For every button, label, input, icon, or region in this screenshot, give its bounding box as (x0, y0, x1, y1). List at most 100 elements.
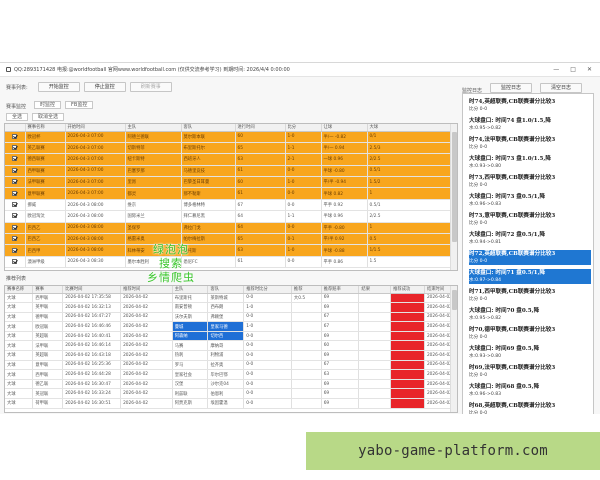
rcol-rec-score[interactable]: 推荐时比分 (243, 286, 292, 294)
col-score[interactable]: 比分 (285, 124, 322, 132)
recommend-row[interactable]: 大球 英超联 2026-04-02 16:40:41 2026-04-02 阿森纳 切尔西… (5, 331, 457, 342)
checkbox[interactable] (12, 145, 18, 151)
log-entry[interactable]: 大球盘口: 时间68 盘0.5,降 水:0.96->0.83 (469, 383, 591, 398)
checkbox[interactable] (12, 133, 18, 139)
recommend-row[interactable]: 大球 德甲联 2026-04-02 16:47:27 2026-04-02 沃尔夫斯 弗赖… (5, 312, 457, 323)
log-entry[interactable]: 大球盘口: 时间71 盘0.5/1,降 水:0.97->0.84 (469, 269, 591, 284)
match-row[interactable]: 欧冠杯 2026-04-3 07:00 阿德兰德联 莫尔斯本联 60 1-0 半/一 -0.… (5, 131, 452, 143)
rcol-away[interactable]: 客队 (207, 286, 245, 294)
monitor-log-panel[interactable]: 时74,英超联赛,CB联赛谱分比较3 比分 0-0 大球盘口: 时间74 盘1.0/… (462, 93, 594, 414)
log-entry-title: 大球盘口: 时间74 盘1.0/1.5,降 (469, 118, 551, 124)
start-monitor-button[interactable]: 开始监控 (37, 82, 80, 92)
match-cell: 德西联赛 (25, 153, 66, 166)
deselect-all-button[interactable]: 取消全选 (32, 113, 65, 121)
rcol-rec[interactable]: 推荐 (291, 286, 322, 294)
match-table-scrollbar[interactable] (450, 124, 457, 270)
recommend-row[interactable]: 大球 英超联 2026-04-02 16:43:18 2026-04-02 热刺 利物浦 0… (5, 350, 457, 361)
match-row[interactable]: 英乙联赛 2026-04-3 07:00 切斯特菲 布里斯托尔 65 1-1 半/一 0.9… (5, 142, 452, 155)
match-row[interactable]: 意甲联赛 2026-04-3 07:00 都灵 那不勒斯 61 0-0 半球 0.82 1 (5, 187, 452, 200)
log-entry[interactable]: 大球盘口: 时间73 盘1.0/1.5,降 水:0.93->0.80 (469, 155, 591, 170)
checkbox[interactable] (12, 258, 18, 264)
match-cell: 圣保罗 (125, 222, 182, 235)
col-over[interactable]: 大球 (367, 124, 452, 132)
match-row[interactable]: 巴西乙 2026-04-3 08:00 格雷米奥 帕尔梅拉斯 65 0-1 平/半 0.92… (5, 233, 452, 246)
match-row[interactable]: 欧冠淘汰 2026-04-3 08:00 国际米兰 拜仁慕尼黑 64 1-1 半球 0.96… (5, 210, 452, 223)
stop-monitor-button[interactable]: 停止监控 (83, 82, 126, 92)
log-entry[interactable]: 时71,西甲联赛,CB联赛谱分比较3 比分 0-0 (469, 288, 591, 303)
match-row[interactable]: 巴西乙 2026-04-3 08:00 圣保罗 弗拉门戈 64 0-0 平手 -0.80 1 (5, 222, 452, 235)
rcol-result[interactable]: 结果 (358, 286, 392, 294)
match-row[interactable]: 澳洲甲级 2026-04-3 08:30 墨尔本胜利 悉尼FC 61 0-0 平手 0.86… (5, 256, 452, 269)
checkbox[interactable] (12, 190, 18, 196)
match-row[interactable]: 德西联赛 2026-04-3 07:00 纽卡斯特 西班牙人 63 2-1 一球 0.96 2… (5, 153, 452, 166)
col-start-time[interactable]: 开始时间 (65, 124, 126, 132)
recommend-row[interactable]: 大球 荷甲联 2026-04-02 16:30:51 2026-04-02 阿贾克斯 埃因… (5, 398, 457, 409)
log-entry[interactable]: 时72,英超联赛,CB联赛谱分比较3 比分 0-0 (469, 250, 591, 265)
option-time-monitor[interactable]: 时监控 (34, 101, 62, 109)
recommend-row[interactable]: 大球 英甲联 2026-04-02 16:32:13 2026-04-02 南安普顿 西布… (5, 302, 457, 313)
recommend-row[interactable]: 大球 欧冠联 2026-04-02 16:46:46 2026-04-02 曼城 皇家马德… (5, 321, 457, 332)
match-row[interactable]: 法甲联赛 2026-04-3 07:00 里昂 巴黎圣日耳曼 60 1-0 平/半 -0.9… (5, 176, 452, 189)
recommend-row[interactable]: 大球 意甲联 2026-04-02 16:25:36 2026-04-02 罗马 拉齐奥 0… (5, 360, 457, 371)
checkbox[interactable] (12, 247, 18, 253)
col-league[interactable]: 赛事名称 (25, 124, 66, 132)
recommend-cell (358, 350, 392, 361)
recommend-cell (358, 321, 392, 332)
log-entry[interactable]: 时73,西甲联赛,CB联赛谱分比较3 比分 0-0 (469, 174, 591, 189)
recommend-table-scrollbar[interactable] (450, 286, 457, 412)
rcol-home[interactable]: 主队 (172, 286, 209, 294)
monitor-log-button[interactable]: 监控日志 (490, 83, 533, 93)
log-entry[interactable]: 时74,法甲联赛,CB联赛谱分比较3 比分 0-0 (469, 136, 591, 151)
checkbox[interactable] (12, 202, 18, 208)
recommend-row[interactable]: 大球 西甲联 2026-04-02 16:44:28 2026-04-02 皇家社会 毕尔… (5, 369, 457, 380)
recommend-cell: 毕尔巴鄂 (207, 369, 245, 380)
rcol-odds[interactable]: 推荐赔率 (321, 286, 360, 294)
log-entry[interactable]: 大球盘口: 时间70 盘0.5,降 水:0.95->0.82 (469, 307, 591, 322)
match-row[interactable]: 挪威 2026-04-3 08:00 维京 博多格林特 67 0-0 平手 0.92 0.5/… (5, 199, 452, 212)
checkbox[interactable] (12, 167, 18, 173)
close-icon[interactable]: ✕ (587, 66, 592, 73)
checkbox[interactable] (12, 156, 18, 162)
log-entry[interactable]: 时68,英超联赛,CB联赛谱分比较3 比分 0-0 (469, 402, 591, 414)
recommend-row[interactable]: 大球 西甲联 2026-04-02 17:35:58 2026-04-02 布里斯托 莱斯… (5, 293, 457, 304)
match-cell: 莫尔斯本联 (181, 131, 236, 143)
log-entry[interactable]: 时74,英超联赛,CB联赛谱分比较3 比分 0-0 (469, 98, 591, 113)
rcol-match-time[interactable]: 比赛时间 (62, 286, 122, 294)
recommend-row[interactable]: 大球 法甲联 2026-04-02 16:46:14 2026-04-02 马赛 摩纳哥 0… (5, 340, 457, 352)
rcol-type[interactable]: 赛事名称 (5, 286, 34, 294)
clear-log-button[interactable]: 清空日志 (540, 83, 583, 93)
match-row[interactable]: 西甲联赛 2026-04-3 07:00 巴塞罗那 马德里竞技 61 0-0 半球 -0.8… (5, 165, 452, 178)
log-entry[interactable]: 时69,法甲联赛,CB联赛谱分比较3 比分 0-0 (469, 364, 591, 379)
checkbox[interactable] (12, 179, 18, 185)
refresh-matches-button[interactable]: 刷新赛事 (129, 82, 172, 92)
col-check[interactable] (5, 124, 26, 132)
rcol-success[interactable]: 推荐成功 (390, 286, 425, 294)
log-entry[interactable]: 时73,意甲联赛,CB联赛谱分比较3 比分 0-0 (469, 212, 591, 227)
select-all-button[interactable]: 全选 (6, 113, 29, 121)
match-row[interactable]: 巴西甲 2026-04-3 08:00 科林蒂安 桑托斯 63 1-0 半球 -0.88 1/… (5, 244, 452, 257)
rcol-rec-time[interactable]: 推荐时间 (120, 286, 173, 294)
log-entry[interactable]: 大球盘口: 时间74 盘1.0/1.5,降 水:0.95->0.82 (469, 117, 591, 132)
recommend-cell: 0-0 (243, 312, 292, 323)
col-handicap[interactable]: 让球 (321, 124, 368, 132)
recommend-cell: 0-0 (243, 350, 292, 361)
log-entry[interactable]: 大球盘口: 时间72 盘0.5/1,降 水:0.94->0.81 (469, 231, 591, 246)
recommend-row[interactable]: 大球 英冠联 2026-04-02 16:33:24 2026-04-02 利兹联 伯恩利… (5, 388, 457, 400)
maximize-icon[interactable]: □ (570, 66, 576, 73)
col-elapsed[interactable]: 进行时间 (235, 124, 286, 132)
minimize-icon[interactable]: — (553, 66, 559, 73)
match-cell: 2026-04-3 07:00 (65, 142, 126, 155)
checkbox[interactable] (12, 236, 18, 242)
checkbox[interactable] (12, 224, 18, 230)
match-table-scroll-thumb[interactable] (452, 132, 457, 242)
log-entry[interactable]: 时70,德甲联赛,CB联赛谱分比较3 比分 0-0 (469, 326, 591, 341)
col-home[interactable]: 主队 (125, 124, 182, 132)
rcol-league[interactable]: 赛事 (32, 286, 64, 294)
recommend-row[interactable]: 大球 德乙联 2026-04-02 16:30:47 2026-04-02 汉堡 沙尔克0… (5, 379, 457, 390)
log-entry[interactable]: 大球盘口: 时间73 盘0.5/1,降 水:0.96->0.83 (469, 193, 591, 208)
option-fb-monitor[interactable]: FB监控 (65, 101, 94, 109)
checkbox[interactable] (12, 213, 18, 219)
recommend-table-scroll-thumb[interactable] (452, 290, 457, 310)
col-away[interactable]: 客队 (181, 124, 236, 132)
log-entry[interactable]: 大球盘口: 时间69 盘0.5,降 水:0.93->0.80 (469, 345, 591, 360)
